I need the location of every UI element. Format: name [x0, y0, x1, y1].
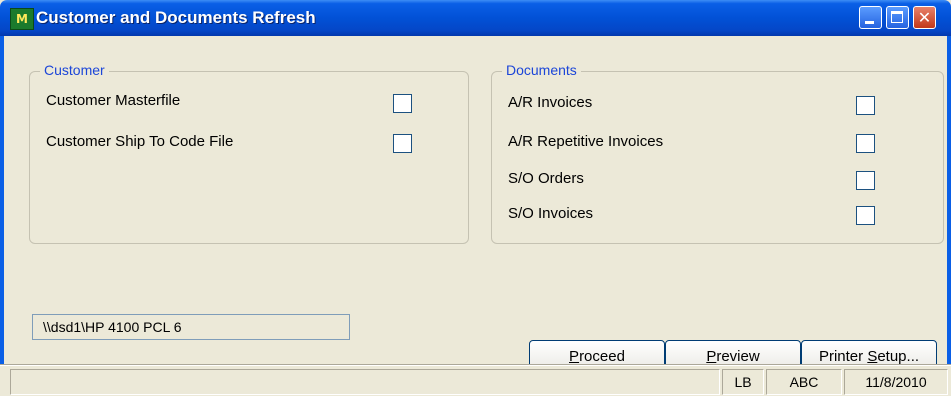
status-company: ABC: [766, 369, 842, 395]
status-bar: LB ABC 11/8/2010: [0, 366, 951, 396]
so-orders-checkbox[interactable]: [856, 171, 875, 190]
minimize-button[interactable]: [859, 6, 882, 29]
so-orders-label: S/O Orders: [508, 170, 584, 187]
title-bar[interactable]: M Customer and Documents Refresh ✕: [0, 0, 951, 36]
customer-group-label: Customer: [40, 62, 109, 78]
ar-invoices-label: A/R Invoices: [508, 94, 593, 111]
printer-setup-hotkey: S: [867, 348, 878, 365]
printer-name-field: \\dsd1\HP 4100 PCL 6: [32, 314, 350, 340]
status-date: 11/8/2010: [844, 369, 948, 395]
so-invoices-checkbox[interactable]: [856, 206, 875, 225]
customer-masterfile-label: Customer Masterfile: [46, 92, 181, 109]
customer-ship-to-checkbox[interactable]: [393, 134, 412, 153]
status-message: [10, 369, 720, 395]
preview-label: review: [716, 348, 760, 365]
printer-setup-prefix: Printer: [818, 348, 868, 365]
maximize-button[interactable]: [886, 6, 909, 29]
printer-setup-label: etup...: [877, 348, 920, 365]
status-user: LB: [722, 369, 764, 395]
so-invoices-label: S/O Invoices: [508, 205, 594, 222]
close-button[interactable]: ✕: [913, 6, 936, 29]
customer-masterfile-checkbox[interactable]: [393, 94, 412, 113]
customer-ship-to-label: Customer Ship To Code File: [46, 133, 234, 150]
preview-hotkey: P: [706, 348, 717, 365]
proceed-label: roceed: [579, 348, 625, 365]
ar-repetitive-invoices-label: A/R Repetitive Invoices: [508, 133, 664, 150]
window-frame-right: [947, 36, 951, 366]
proceed-hotkey: P: [569, 348, 580, 365]
window-title: Customer and Documents Refresh: [36, 8, 316, 27]
app-icon[interactable]: M: [10, 8, 34, 30]
ar-repetitive-invoices-checkbox[interactable]: [856, 134, 875, 153]
dialog-body: Customer Customer Masterfile Customer Sh…: [4, 36, 947, 374]
ar-invoices-checkbox[interactable]: [856, 96, 875, 115]
documents-group-label: Documents: [502, 62, 581, 78]
